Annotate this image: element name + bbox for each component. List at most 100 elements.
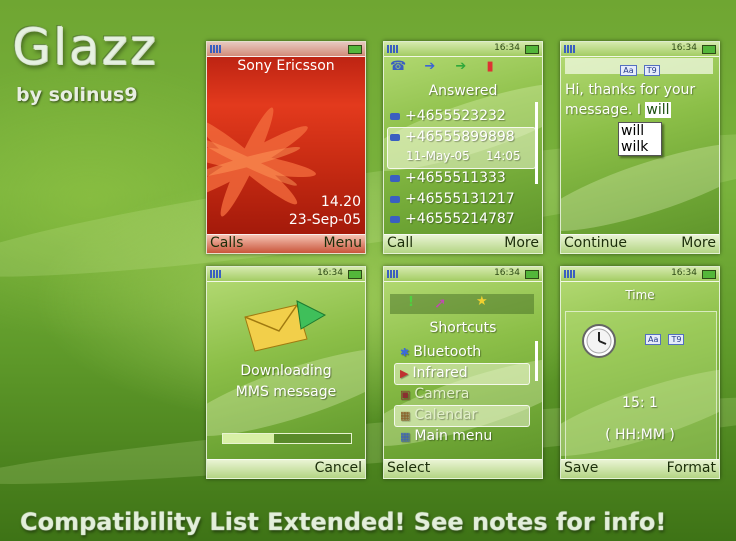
call-entry[interactable]: +46555131217 — [390, 191, 515, 207]
soft-key-bar: Continue More — [561, 234, 719, 253]
shortcut-main-menu[interactable]: ▦ Main menu — [400, 428, 492, 444]
standby-date: 23-Sep-05 — [288, 212, 361, 228]
download-screen: 16:34 Downloading MMS message Cancel — [206, 266, 366, 479]
save-softkey[interactable]: Save — [564, 460, 598, 476]
download-line-1: Downloading — [240, 363, 332, 379]
status-bar: 16:34 — [384, 42, 542, 57]
call-entry[interactable]: +4655523232 — [390, 108, 506, 124]
trend-arrow-icon[interactable]: ➚ — [434, 294, 447, 312]
menu-grid-icon: ▦ — [400, 430, 411, 443]
suggestion-item[interactable]: wilk — [619, 139, 661, 155]
left-arrow-icon[interactable]: ➔ — [424, 59, 435, 74]
list-title: Answered — [428, 83, 498, 99]
status-clock: 16:34 — [671, 268, 697, 278]
bluetooth-icon: ✱ — [400, 346, 410, 359]
right-arrow-icon[interactable]: ➔ — [455, 59, 466, 74]
call-tab-icons: ☎ ➔ ➔ ▮ — [390, 59, 494, 74]
phone-icon — [390, 112, 400, 120]
continue-softkey[interactable]: Continue — [564, 235, 627, 251]
signal-icon — [564, 270, 576, 278]
shortcut-infrared[interactable]: ▶ Infrared — [400, 365, 468, 381]
signal-icon — [387, 270, 399, 278]
dialed-calls-icon[interactable]: ☎ — [390, 59, 406, 74]
t9-mode-badge: T9 — [643, 65, 660, 76]
status-bar: 16:34 — [207, 267, 365, 282]
call-entry[interactable]: +46555899898 — [390, 129, 515, 145]
time-input[interactable]: 15: 1 — [561, 395, 719, 411]
phone-icon — [390, 215, 400, 223]
call-date: 11-May-05 — [406, 149, 470, 163]
infrared-icon: ▶ — [400, 367, 409, 380]
calendar-icon: ▦ — [400, 409, 411, 422]
time-settings-screen: 16:34 Time Aa T9 15: 1 ( HH:MM ) Save Fo… — [560, 266, 720, 479]
more-softkey[interactable]: More — [504, 235, 539, 251]
select-softkey[interactable]: Select — [387, 460, 430, 476]
shortcut-camera[interactable]: ▣ Camera — [400, 386, 469, 402]
soft-key-bar: Call More — [384, 234, 542, 253]
footer-banner: Compatibility List Extended! See notes f… — [20, 508, 667, 536]
t9-mode-badge: T9 — [668, 334, 685, 345]
call-list-screen: 16:34 ☎ ➔ ➔ ▮ Answered +4655523232 +4655… — [383, 41, 543, 254]
status-clock: 16:34 — [671, 43, 697, 53]
soft-key-bar: Save Format — [561, 459, 719, 478]
typed-word: will — [645, 102, 671, 118]
message-text[interactable]: Hi, thanks for your message. I will — [565, 80, 715, 120]
status-bar: 16:34 — [384, 267, 542, 282]
scrollbar[interactable] — [535, 341, 538, 381]
status-bar: 16:34 — [561, 42, 719, 57]
shortcut-bluetooth[interactable]: ✱ Bluetooth — [400, 344, 481, 360]
suggestion-item[interactable]: will — [619, 123, 661, 139]
download-line-2: MMS message — [235, 384, 337, 400]
call-softkey[interactable]: Call — [387, 235, 413, 251]
battery-icon — [525, 270, 539, 279]
format-softkey[interactable]: Format — [667, 460, 716, 476]
battery-icon — [702, 45, 716, 54]
status-clock: 16:34 — [317, 268, 343, 278]
phone-icon — [390, 195, 400, 203]
camera-icon: ▣ — [400, 388, 411, 401]
soft-key-bar: Cancel — [207, 459, 365, 478]
message-screen: 16:34 Aa T9 Hi, thanks for your message.… — [560, 41, 720, 254]
standby-screen: Sony Ericsson 14.20 23-Sep-05 Calls Menu — [206, 41, 366, 254]
standby-time: 14.20 — [320, 194, 361, 210]
clock-icon — [582, 324, 616, 358]
shortcuts-title: Shortcuts — [429, 320, 497, 336]
case-mode-badge: Aa — [645, 334, 662, 345]
status-clock: 16:34 — [494, 268, 520, 278]
battery-icon — [348, 270, 362, 279]
input-mode-badges: Aa T9 — [643, 327, 685, 346]
signal-icon — [387, 45, 399, 53]
download-progress-track — [222, 433, 352, 444]
more-softkey[interactable]: More — [681, 235, 716, 251]
time-format-hint: ( HH:MM ) — [605, 427, 675, 443]
app-logo: Glazz — [12, 18, 158, 76]
call-entry[interactable]: +46555214787 — [390, 211, 515, 227]
input-mode-bar: Aa T9 — [565, 58, 713, 76]
signal-icon — [564, 45, 576, 53]
envelope-icon — [244, 300, 327, 352]
call-time: 14:05 — [486, 149, 521, 163]
battery-icon — [702, 270, 716, 279]
exclamation-icon[interactable]: ! — [408, 295, 414, 310]
status-clock: 16:34 — [494, 43, 520, 53]
operator-name: Sony Ericsson — [237, 58, 335, 74]
missed-calls-icon[interactable]: ▮ — [486, 59, 493, 74]
shortcut-calendar[interactable]: ▦ Calendar — [400, 407, 477, 423]
time-title: Time — [625, 288, 655, 302]
author-byline: by solinus9 — [16, 84, 138, 106]
call-entry[interactable]: +4655511333 — [390, 170, 506, 186]
calls-softkey[interactable]: Calls — [210, 235, 243, 251]
soft-key-bar: Calls Menu — [207, 234, 365, 253]
menu-softkey[interactable]: Menu — [324, 235, 362, 251]
shortcuts-screen: 16:34 ! ➚ ★ Shortcuts ✱ Bluetooth ▶ Infrar… — [383, 266, 543, 479]
t9-suggestion-list: will wilk — [618, 122, 662, 156]
cancel-softkey[interactable]: Cancel — [315, 460, 362, 476]
shortcut-tab-bar: ! ➚ ★ — [390, 294, 534, 314]
status-bar: 16:34 — [561, 267, 719, 282]
soft-key-bar: Select — [384, 459, 542, 478]
phone-icon — [390, 174, 400, 182]
phone-icon — [390, 133, 400, 141]
signal-icon — [210, 270, 222, 278]
scrollbar[interactable] — [535, 102, 538, 184]
star-icon[interactable]: ★ — [476, 294, 488, 309]
